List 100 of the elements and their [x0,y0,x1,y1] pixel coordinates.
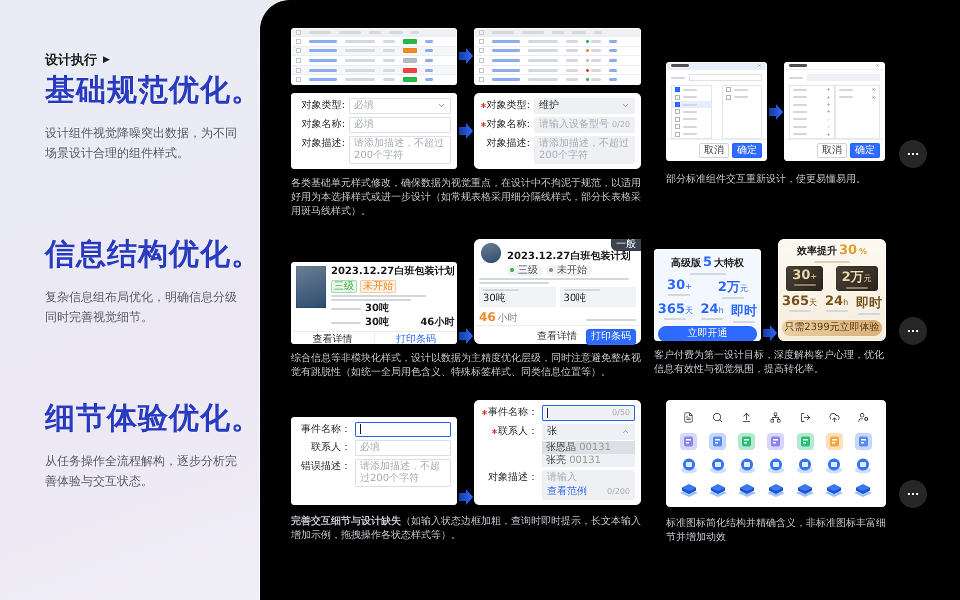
dropdown-option[interactable]: 张亮 00131 [542,454,635,467]
plus-icon[interactable] [826,102,830,108]
more-button[interactable] [899,480,927,508]
card-button[interactable]: 查看详情 [532,328,582,345]
dialog-button[interactable]: 确定 [732,143,762,158]
field-label: 联系人： [311,440,351,455]
dropdown-option[interactable]: 张恩晶 00131 [542,440,635,454]
stat-panel: 30吨 [479,286,556,307]
benefit-stat: 365天 [658,302,693,323]
checkbox[interactable] [675,116,680,122]
text-area[interactable]: 请输入 查看范例 0/200 [542,470,635,500]
app-tile-icon [796,433,814,450]
more-button[interactable] [899,316,927,345]
more-button[interactable] [899,140,927,168]
field-label: 对象类型: [302,98,345,113]
input-field[interactable]: 必填 [355,440,451,456]
card-title: 2023.12.27白班包装计划 [331,266,454,278]
line-icon [800,412,811,424]
field-label: 事件名称： [488,406,538,420]
char-counter: 0/20 [612,118,630,131]
duration-unit: 小时 [498,312,518,325]
benefit-stat: 24h [824,294,848,315]
subscribe-button[interactable]: 只需2399元立即体验 [782,320,882,336]
app-tile-icon [826,433,843,450]
device-badge-icon [796,456,814,474]
char-counter: 0/50 [612,406,630,419]
card-button[interactable]: 打印条码 [586,328,636,345]
plus-icon[interactable] [826,94,830,100]
priority-badge: 一般 [611,238,641,251]
checkbox[interactable] [726,87,730,92]
dialog-button[interactable]: 取消 [699,143,729,158]
select-field[interactable]: 张 [542,424,635,440]
input-field[interactable]: 必填 [349,116,451,133]
line-icon [741,412,752,424]
plan-title: 高级版 5 大特权 [670,254,746,270]
section-description: 设计组件视觉降噪突出数据，为不同场景设计合理的组件样式。 [45,125,238,162]
checkbox[interactable] [675,132,680,137]
field-label: 对象名称: [302,118,345,132]
app-tile-icon [709,433,726,450]
device-badge-icon [825,456,844,474]
checkbox[interactable] [726,94,730,100]
stat-value: 30吨 [365,302,389,315]
field-label: 对象类型: [486,98,530,113]
field-label: 对象名称: [486,118,530,132]
device-badge-icon [680,456,698,474]
arrow-icon [458,488,472,505]
status-tag: 三级 [331,280,357,293]
field-label: 对象描述： [488,470,538,485]
checkbox[interactable] [675,87,680,92]
card-button[interactable]: 打印条码 [374,332,457,344]
status-label: 未开始 [556,264,588,276]
play-icon: ▶ [103,55,110,65]
benefit-stat: 24h [700,302,724,323]
caption: 完善交互细节与设计缺失（如输入状态边框加粗，查询时即时提示，长文本输入增加示例，拖拽操作各状态样式等）。 [291,514,641,543]
select-field[interactable]: 维护 [534,98,635,114]
breadcrumb[interactable]: 设计执行 [45,51,97,69]
device-badge-icon [708,456,727,474]
arrow-icon [768,104,782,120]
char-counter: 0/200 [606,486,630,498]
section-description: 从任务操作全流程解构，逐步分析完善体验与交互状态。 [45,453,238,490]
app-tile-icon [680,433,698,450]
benefit-stat: 2万元 [836,266,878,291]
caption: 标准图标简化结构并精确含义，非标准图标丰富细节并增加动效 [666,516,886,545]
input-field[interactable] [355,422,451,437]
section-heading: 细节体验优化。 [45,400,260,438]
plus-icon[interactable] [826,87,830,92]
checkbox[interactable] [675,102,680,108]
line-icon [858,412,869,424]
checkbox[interactable] [675,124,680,130]
line-icon [828,412,840,424]
section-heading: 基础规范优化。 [45,72,260,110]
text-area[interactable]: 请添加描述，不超过200个字符 [349,136,451,164]
list-item[interactable] [672,100,710,108]
caption: 综合信息等非模块化样式，设计以数据为主精度优化层级，同时注意避免整体视觉有跳脱性（如统一全局用色含义、特殊标签样式、同类信息位置等）。 [291,352,641,380]
card-title: 2023.12.27白班包装计划 [507,250,630,263]
caption: 客户付费为第一设计目标，深度解构客户心理，优化信息有效性与视觉氛围，提高转化率。 [654,348,885,377]
line-icon [683,412,694,424]
field-label: 错误描述： [301,460,351,474]
section-heading: 信息结构优化。 [45,236,260,274]
device-badge-icon [738,456,756,474]
field-label: 对象描述: [302,136,345,151]
arrow-icon [762,324,776,341]
text-cursor [547,408,548,418]
text-cursor [360,424,361,434]
dialog-button[interactable]: 取消 [817,143,847,158]
dialog-button[interactable]: 确定 [850,143,880,158]
device-badge-icon [766,456,785,474]
example-link[interactable]: 查看范例 [547,486,587,498]
text-area[interactable]: 请添加描述，不超过200个字符 [355,458,451,487]
checkbox[interactable] [675,94,680,100]
plus-icon[interactable] [826,109,830,114]
benefit-stat: 即时 [731,302,758,323]
stat-value: 30吨 [365,316,389,329]
checkbox[interactable] [675,109,680,114]
subscribe-button[interactable]: 立即开通 [658,326,757,341]
select-field[interactable]: 必填 [349,98,451,114]
plan-title: 效率提升 30% [796,242,868,258]
arrow-icon [458,48,472,64]
app-tile-icon [738,433,756,450]
plus-icon[interactable] [826,132,830,137]
